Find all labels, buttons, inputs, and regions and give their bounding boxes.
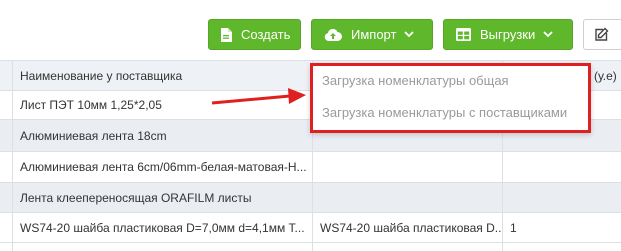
annotation-arrow bbox=[211, 88, 306, 105]
annotation-arrow-line bbox=[211, 94, 291, 105]
annotation-arrow-head bbox=[288, 88, 306, 104]
